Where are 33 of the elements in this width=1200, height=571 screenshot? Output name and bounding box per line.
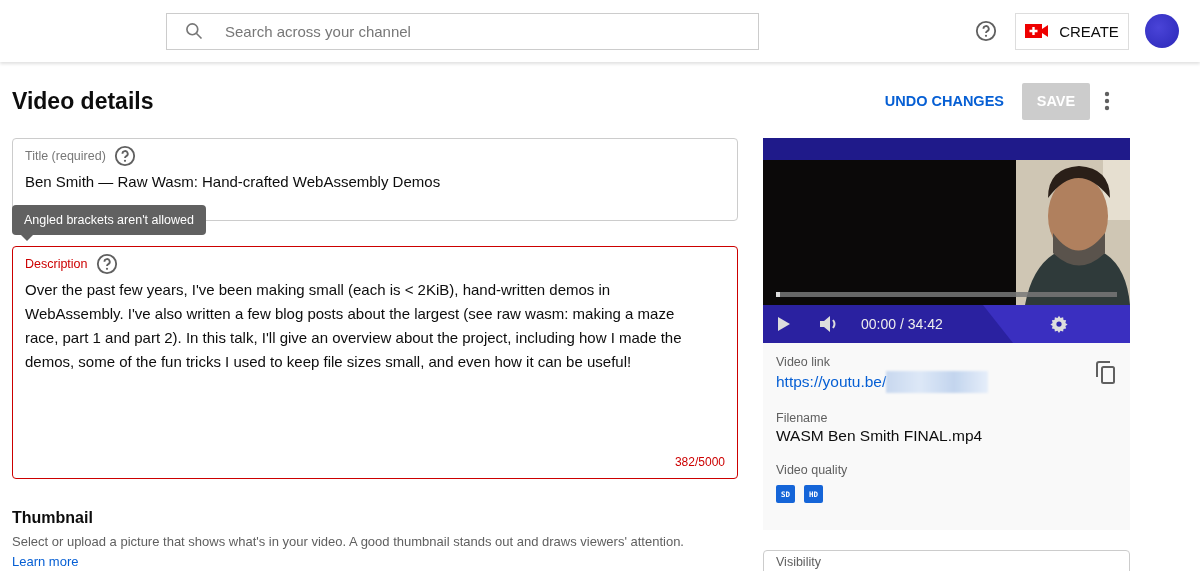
more-icon[interactable] [1104,91,1110,111]
thumbnail-description: Select or upload a picture that shows what's in your video. A good thumbnail stands out and draws viewers' attention. [12,534,685,549]
info-label: Filename [776,411,829,425]
create-button[interactable]: CREATE [1015,12,1129,50]
search-field[interactable]: Search across your channel [166,12,759,50]
field-label: Title (required) [25,149,106,163]
help-icon[interactable] [95,253,118,275]
copy-icon[interactable] [1096,361,1116,384]
page-title: Video details [12,87,154,115]
description-field[interactable] [12,246,738,479]
info-label: Video quality [776,463,849,477]
avatar[interactable] [1145,14,1179,48]
visibility-field[interactable]: Visibility [763,550,1130,571]
undo-changes-button[interactable]: UNDO CHANGES [884,93,1004,109]
help-icon[interactable] [975,20,997,42]
settings-icon[interactable] [1050,315,1068,333]
learn-more-link[interactable]: Learn more [12,554,79,569]
play-icon[interactable] [777,316,791,332]
video-plus-icon [1025,23,1050,39]
video-link[interactable]: https://youtu.be/ [776,373,887,391]
filename: WASM Ben Smith FINAL.mp4 [776,427,984,445]
field-label: Visibility [776,555,821,569]
info-label: Video link [776,355,831,369]
help-icon[interactable] [113,145,136,167]
field-label: Description [25,257,88,271]
field-value: Ben Smith — Raw Wasm: Hand-crafted WebAssembly Demos [25,172,442,192]
character-counter: 382/5000 [674,455,725,469]
tooltip-pointer [21,235,33,241]
search-icon [184,20,204,41]
section-heading: Thumbnail [12,509,94,527]
tooltip: Angled brackets aren't allowed [12,205,206,235]
video-time: 00:00 / 34:42 [861,316,943,332]
field-value: Over the past few years, I've been making small (each is < 2KiB), hand-written demos in WebAssembly. I've also written a few blog posts about the largest (see raw wasm: making a maze race, part 1 and part 2). In this talk, I'll give an overview about the project, including how I made the demos, some of the fun tricks I used to keep file sizes small, and even how it can be useful! [25,280,683,372]
